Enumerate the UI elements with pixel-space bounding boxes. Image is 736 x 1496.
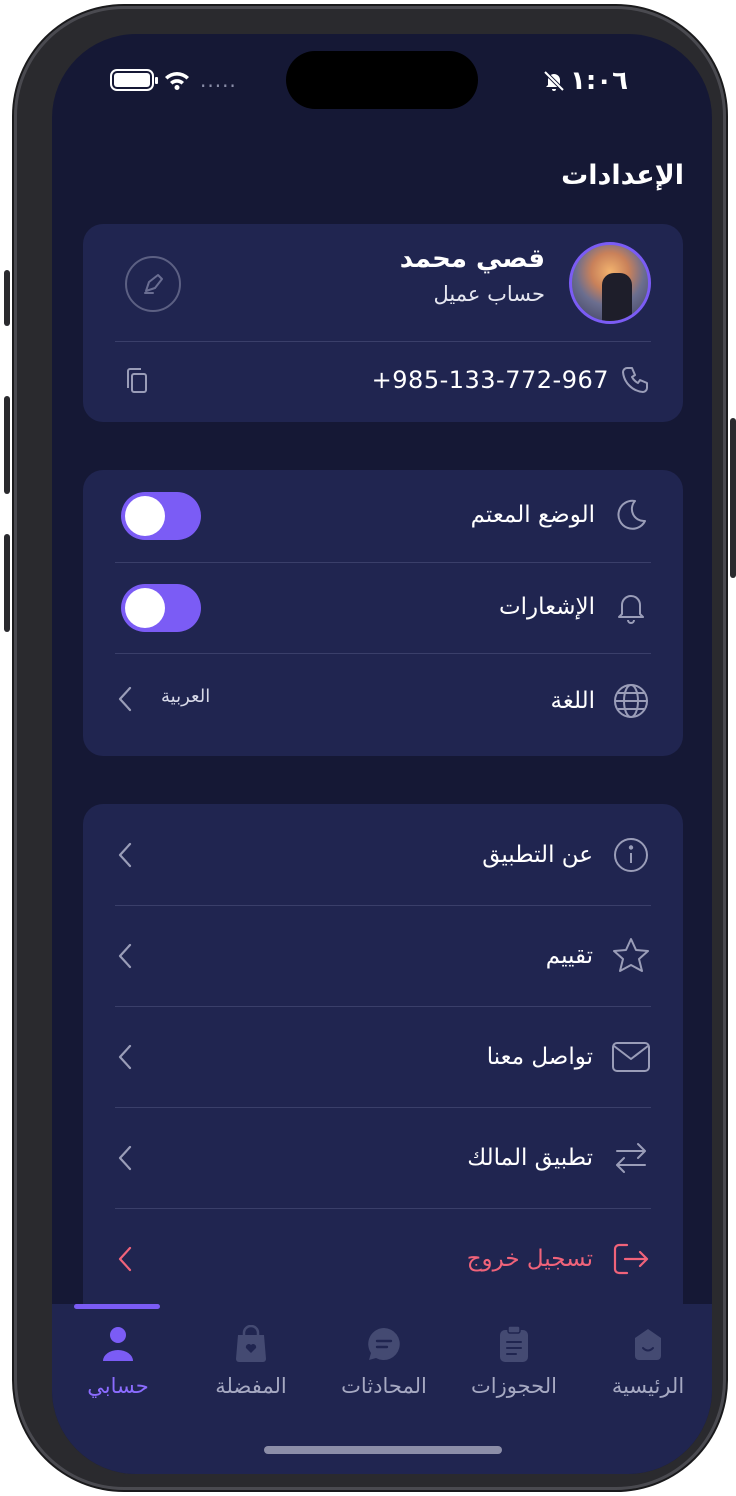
- account-type: حساب عميل: [433, 282, 545, 306]
- profile-name: قصي محمد: [399, 244, 545, 274]
- profile-card: قصي محمد حساب عميل +985-133-772-967: [83, 224, 683, 422]
- star-icon: [611, 936, 651, 976]
- screen: ١:٠٦ ..... الإعدادات قصي محمد حساب عميل: [52, 34, 712, 1474]
- volume-down-button: [4, 534, 10, 632]
- moon-icon: [611, 495, 651, 535]
- dark-mode-label: الوضع المعتم: [470, 502, 595, 528]
- mail-icon: [611, 1037, 651, 1077]
- tab-chats[interactable]: المحادثات: [318, 1324, 450, 1414]
- edit-icon: [144, 274, 163, 294]
- phone-frame: ١:٠٦ ..... الإعدادات قصي محمد حساب عميل: [4, 6, 736, 1490]
- about-label: عن التطبيق: [482, 841, 593, 868]
- globe-icon: [611, 681, 651, 721]
- notifications-row[interactable]: الإشعارات: [115, 562, 651, 652]
- cellular-signal-icon: .....: [200, 68, 237, 92]
- chevron-left-icon: [118, 1044, 132, 1070]
- contact-row[interactable]: تواصل معنا: [115, 1006, 651, 1107]
- edit-profile-button[interactable]: [125, 256, 181, 312]
- tab-favorites-label: المفضلة: [215, 1374, 287, 1398]
- switch-arrows-icon: [611, 1138, 651, 1178]
- silent-switch: [4, 270, 10, 326]
- status-time: ١:٠٦: [542, 66, 628, 96]
- chat-bubble-icon: [364, 1324, 404, 1364]
- tab-bookings-label: الحجوزات: [471, 1374, 557, 1398]
- home-icon: [628, 1324, 668, 1364]
- language-label: اللغة: [550, 688, 595, 714]
- copy-icon: [127, 368, 147, 393]
- tab-chats-label: المحادثات: [341, 1374, 427, 1398]
- volume-up-button: [4, 396, 10, 494]
- language-value: العربية: [161, 686, 211, 707]
- bell-muted-icon: [543, 70, 565, 92]
- menu-card: عن التطبيق تقييم تواصل معنا تطبيق المالك…: [83, 804, 683, 1324]
- battery-icon: [110, 69, 158, 91]
- language-row[interactable]: اللغة العربية: [115, 656, 651, 746]
- avatar[interactable]: [569, 242, 651, 324]
- logout-label: تسجيل خروج: [466, 1245, 593, 1272]
- rate-row[interactable]: تقييم: [115, 905, 651, 1006]
- dark-mode-row[interactable]: الوضع المعتم: [115, 470, 651, 560]
- about-row[interactable]: عن التطبيق: [115, 804, 651, 905]
- notifications-label: الإشعارات: [498, 594, 595, 620]
- owner-app-row[interactable]: تطبيق المالك: [115, 1107, 651, 1208]
- status-indicators: .....: [110, 68, 237, 92]
- info-icon: [611, 835, 651, 875]
- chevron-left-icon: [118, 943, 132, 969]
- notifications-toggle[interactable]: [121, 584, 201, 632]
- user-icon: [98, 1324, 138, 1364]
- phone-row: +985-133-772-967: [115, 354, 651, 406]
- phone-number: +985-133-772-967: [371, 366, 609, 394]
- logout-icon: [611, 1239, 651, 1279]
- rate-label: تقييم: [545, 942, 593, 969]
- power-button: [730, 418, 736, 578]
- chevron-left-icon: [118, 1246, 132, 1272]
- copy-button[interactable]: [123, 366, 151, 400]
- active-tab-indicator: [74, 1304, 160, 1309]
- tab-account-label: حسابي: [87, 1374, 149, 1398]
- shopping-bag-heart-icon: [231, 1324, 271, 1364]
- contact-label: تواصل معنا: [486, 1043, 593, 1070]
- divider: [115, 341, 651, 342]
- clipboard-icon: [494, 1324, 534, 1364]
- divider: [115, 653, 651, 654]
- page-title: الإعدادات: [561, 160, 684, 191]
- dark-mode-toggle[interactable]: [121, 492, 201, 540]
- tab-favorites[interactable]: المفضلة: [185, 1324, 317, 1414]
- clock-text: ١:٠٦: [569, 66, 628, 96]
- settings-card: الوضع المعتم الإشعارات اللغة العربية: [83, 470, 683, 756]
- chevron-left-icon: [118, 842, 132, 868]
- chevron-left-icon: [118, 686, 132, 712]
- phone-icon: [622, 367, 648, 393]
- wifi-icon: [165, 72, 189, 90]
- home-indicator: [264, 1446, 502, 1454]
- tab-account[interactable]: حسابي: [52, 1324, 184, 1414]
- owner-app-label: تطبيق المالك: [467, 1144, 593, 1171]
- tab-home-label: الرئيسية: [611, 1374, 685, 1398]
- chevron-left-icon: [118, 1145, 132, 1171]
- logout-row[interactable]: تسجيل خروج: [115, 1208, 651, 1309]
- dynamic-island: [286, 51, 478, 109]
- tab-home[interactable]: الرئيسية: [582, 1324, 712, 1414]
- bell-icon: [611, 587, 651, 627]
- tab-bookings[interactable]: الحجوزات: [448, 1324, 580, 1414]
